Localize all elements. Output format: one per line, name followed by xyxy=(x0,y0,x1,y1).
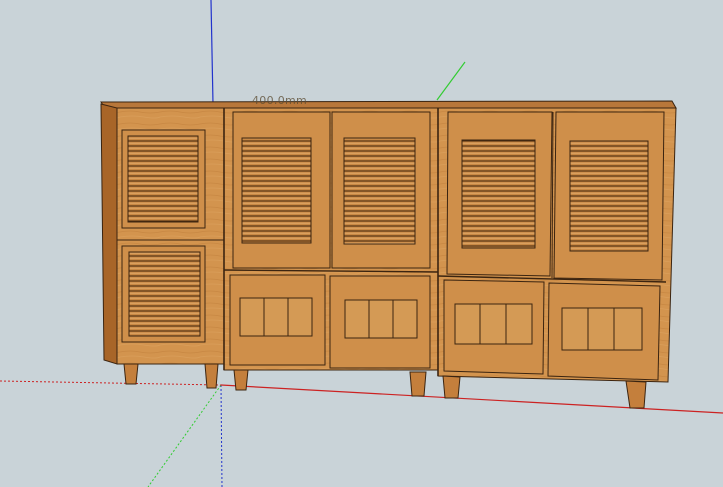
left-cabinet-lower-louver xyxy=(128,251,201,337)
left-cabinet-foot xyxy=(123,363,139,385)
middle-cabinet-foot xyxy=(409,371,427,397)
right-cabinet-foot xyxy=(625,380,647,409)
dimension-label: 400.0mm xyxy=(252,94,308,107)
middle-cabinet[interactable] xyxy=(223,107,439,397)
top-surface xyxy=(100,100,677,109)
middle-cabinet-foot xyxy=(233,369,249,391)
green-axis-negative xyxy=(147,384,222,487)
right-cabinet[interactable] xyxy=(437,107,677,409)
blue-axis-negative xyxy=(220,384,223,487)
green-axis-positive xyxy=(436,61,466,101)
scene-canvas[interactable] xyxy=(0,0,723,487)
blue-axis-positive xyxy=(210,0,214,105)
modeling-viewport[interactable]: 400.0mm xyxy=(0,0,723,487)
left-cabinet-foot xyxy=(204,363,219,389)
red-axis-negative xyxy=(0,380,222,386)
cabinet-model[interactable] xyxy=(100,100,677,409)
right-upper-right-louver xyxy=(569,140,649,252)
right-upper-left-louver xyxy=(461,139,536,249)
right-cabinet-foot xyxy=(442,375,461,399)
left-cabinet-upper-louver xyxy=(127,135,199,223)
middle-upper-right-louver xyxy=(343,137,416,245)
single-tall-cabinet[interactable] xyxy=(100,103,225,389)
middle-upper-left-louver xyxy=(241,137,312,244)
red-axis-positive xyxy=(220,384,723,414)
